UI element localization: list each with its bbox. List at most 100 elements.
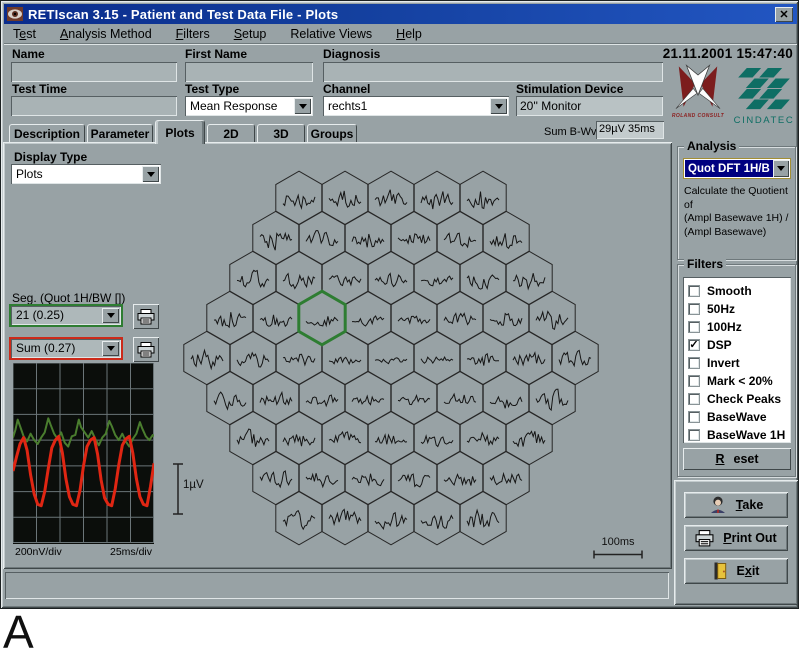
hex-cell[interactable]: [391, 371, 437, 425]
name-input[interactable]: [11, 62, 177, 82]
take-button[interactable]: Take: [684, 492, 788, 518]
first-name-input[interactable]: [185, 62, 313, 82]
tab-description[interactable]: Description: [9, 124, 85, 143]
chevron-down-icon[interactable]: [490, 98, 507, 114]
hex-trace: [306, 231, 338, 246]
first-name-label: First Name: [185, 47, 247, 61]
hex-cell[interactable]: [368, 491, 414, 545]
hex-cell[interactable]: [276, 491, 322, 545]
hex-cell[interactable]: [460, 411, 506, 465]
checkbox[interactable]: [688, 285, 700, 297]
stimulation-device-field[interactable]: 20'' Monitor: [516, 96, 663, 116]
seg-select-green[interactable]: 21 (0.25): [9, 304, 123, 327]
checkbox[interactable]: [688, 321, 700, 333]
display-type-select[interactable]: Plots: [11, 164, 161, 184]
hex-cell[interactable]: [322, 411, 368, 465]
hex-cell[interactable]: [368, 331, 414, 385]
filter-dsp[interactable]: ✓DSP: [688, 336, 791, 354]
chevron-down-icon[interactable]: [773, 160, 789, 177]
hex-cell[interactable]: [529, 371, 575, 425]
hex-trace: [191, 350, 223, 368]
hex-trace: [490, 233, 522, 248]
menu-help[interactable]: Help: [396, 27, 422, 41]
filter-100hz[interactable]: 100Hz: [688, 318, 791, 336]
filter-mark-20[interactable]: Mark < 20%: [688, 372, 791, 390]
tab-3d[interactable]: 3D: [257, 124, 305, 143]
hex-trace: [375, 358, 407, 364]
menu-setup[interactable]: Setup: [234, 27, 267, 41]
hex-cell[interactable]: [207, 371, 253, 425]
scope-chart: 200nV/div 25ms/div: [13, 363, 154, 559]
hex-cell[interactable]: [253, 291, 299, 345]
chevron-down-icon[interactable]: [142, 166, 159, 182]
hex-cell[interactable]: [230, 331, 276, 385]
menu-filters[interactable]: Filters: [176, 27, 210, 41]
hex-trace: [467, 354, 499, 366]
hex-trace: [398, 474, 430, 487]
menu-relative-views[interactable]: Relative Views: [290, 27, 372, 41]
hex-cell[interactable]: [230, 251, 276, 305]
vertical-scale-label: 1µV: [183, 479, 204, 491]
exit-button[interactable]: Exit: [684, 558, 788, 584]
hex-cell[interactable]: [345, 291, 391, 345]
checkbox[interactable]: [688, 429, 700, 441]
hex-cell[interactable]: [460, 171, 506, 225]
checkbox-checked[interactable]: ✓: [688, 339, 700, 351]
hex-cell[interactable]: [506, 411, 552, 465]
hex-cell[interactable]: [368, 411, 414, 465]
filter-invert[interactable]: Invert: [688, 354, 791, 372]
chevron-down-icon[interactable]: [294, 98, 311, 114]
checkbox[interactable]: [688, 303, 700, 315]
filter-smooth[interactable]: Smooth: [688, 282, 791, 300]
tab-2d[interactable]: 2D: [207, 124, 255, 143]
hex-cell[interactable]: [391, 291, 437, 345]
hex-cell[interactable]: [345, 451, 391, 505]
hex-cell[interactable]: [437, 371, 483, 425]
menu-analysis-method[interactable]: Analysis Method: [60, 27, 152, 41]
hex-cell[interactable]: [299, 371, 345, 425]
checkbox[interactable]: [688, 411, 700, 423]
channel-select[interactable]: rechts1: [323, 96, 509, 116]
hex-cell[interactable]: [460, 331, 506, 385]
filter-check-peaks[interactable]: Check Peaks: [688, 390, 791, 408]
hex-cell[interactable]: [437, 291, 483, 345]
filter-50hz[interactable]: 50Hz: [688, 300, 791, 318]
filter-basewave-1h[interactable]: BaseWave 1H: [688, 426, 791, 444]
menu-test[interactable]: Test: [13, 27, 36, 41]
hex-cell[interactable]: [460, 251, 506, 305]
hex-cell[interactable]: [322, 491, 368, 545]
test-time-input[interactable]: [11, 96, 177, 116]
hex-cell-highlighted[interactable]: [299, 291, 345, 345]
hex-cell[interactable]: [184, 331, 230, 385]
print-segment-button[interactable]: [133, 304, 159, 329]
chevron-down-icon[interactable]: [102, 308, 119, 323]
hex-cell[interactable]: [414, 491, 460, 545]
hex-cell[interactable]: [414, 251, 460, 305]
hex-cell[interactable]: [483, 371, 529, 425]
tab-plots[interactable]: Plots: [155, 120, 205, 144]
diagnosis-input[interactable]: [323, 62, 663, 82]
hex-cell[interactable]: [253, 451, 299, 505]
checkbox[interactable]: [688, 357, 700, 369]
hex-trace: [467, 192, 499, 209]
title-bar[interactable]: RETIscan 3.15 - Patient and Test Data Fi…: [4, 4, 797, 24]
name-label: Name: [12, 47, 45, 61]
hex-cell[interactable]: [299, 451, 345, 505]
checkbox[interactable]: [688, 375, 700, 387]
filter-basewave[interactable]: BaseWave: [688, 408, 791, 426]
analysis-select[interactable]: Quot DFT 1H/B: [683, 158, 791, 179]
hex-cell[interactable]: [483, 291, 529, 345]
print-out-button[interactable]: Print Out: [684, 525, 788, 551]
reset-button[interactable]: Reset: [683, 448, 791, 470]
tab-groups[interactable]: Groups: [307, 124, 357, 143]
test-type-select[interactable]: Mean Response: [185, 96, 313, 116]
hex-cell[interactable]: [299, 211, 345, 265]
checkbox[interactable]: [688, 393, 700, 405]
hex-cell[interactable]: [253, 371, 299, 425]
chevron-down-icon[interactable]: [102, 341, 119, 356]
seg-select-red[interactable]: Sum (0.27): [9, 337, 123, 360]
print-sum-button[interactable]: [133, 337, 159, 362]
tab-parameter[interactable]: Parameter: [87, 124, 153, 143]
close-icon[interactable]: ✕: [775, 7, 793, 22]
hex-cell[interactable]: [414, 411, 460, 465]
